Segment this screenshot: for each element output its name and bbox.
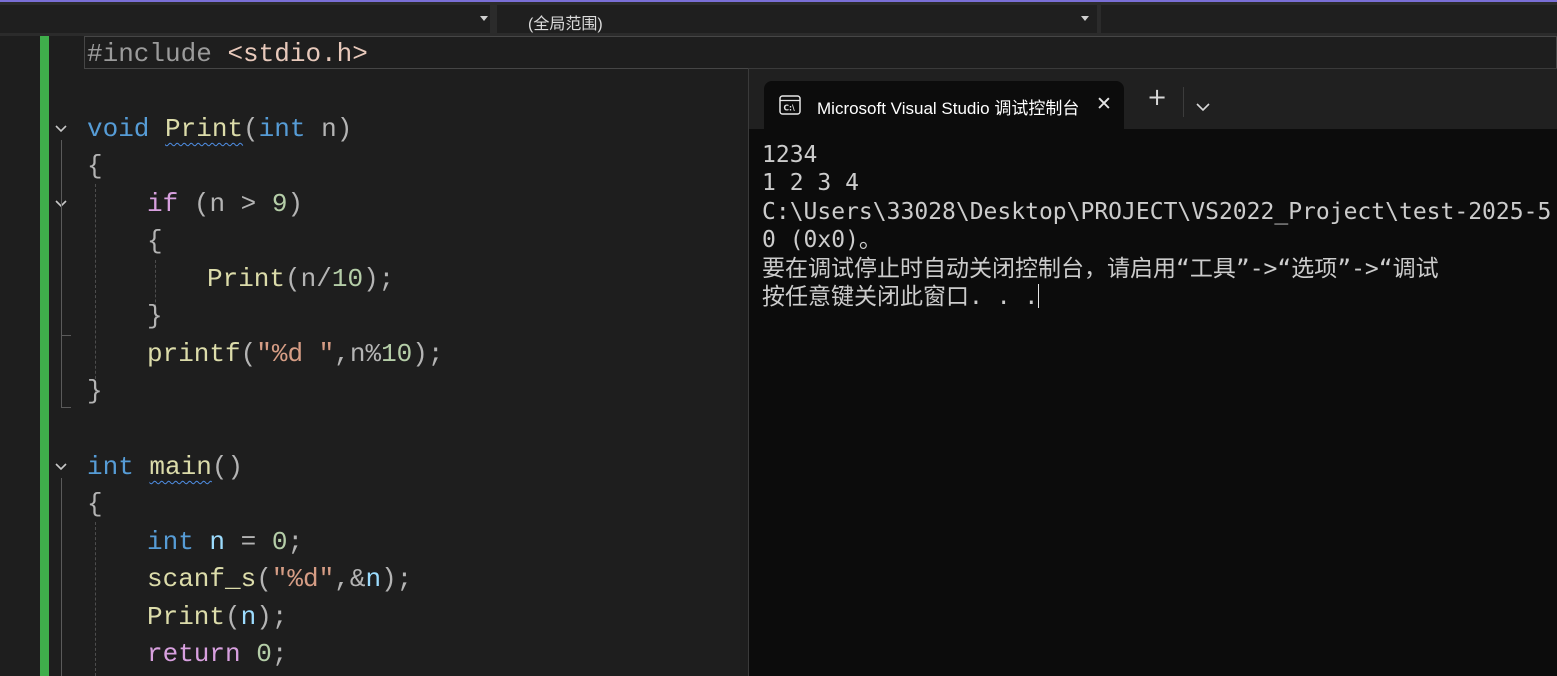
console-line: 要在调试停止时自动关闭控制台，请启用“工具”->“选项”->“调试 (762, 255, 1439, 282)
code-line-return: return 0; (147, 639, 288, 669)
editor-navigation-bar: (全局范围) (0, 2, 1557, 36)
code-line-scanf: scanf_s("%d",&n); (147, 564, 413, 594)
terminal-icon: C:\ (779, 95, 801, 119)
new-tab-button[interactable]: + (1147, 85, 1167, 109)
code-line-print-signature: void Print(int n) (87, 114, 353, 144)
chevron-down-icon[interactable] (1195, 97, 1211, 116)
code-line-recursive-call: Print(n/10); (207, 264, 395, 294)
console-tab-title: Microsoft Visual Studio 调试控制台 (817, 99, 1080, 118)
console-line: C:\Users\33028\Desktop\PROJECT\VS2022_Pr… (762, 198, 1552, 225)
code-line-main-signature: int main() (87, 452, 244, 482)
console-line: 按任意键关闭此窗口. . . (762, 284, 1039, 311)
console-tab-bar: C:\ Microsoft Visual Studio 调试控制台 ✕ + (749, 69, 1557, 129)
console-line: 0 (0x0)。 (762, 227, 882, 254)
project-dropdown[interactable] (0, 5, 490, 33)
console-line: 1 2 3 4 (762, 170, 859, 197)
code-line-close-brace: } (147, 301, 163, 331)
console-tab[interactable]: C:\ Microsoft Visual Studio 调试控制台 ✕ (764, 81, 1124, 129)
code-line-open-brace: { (87, 151, 103, 181)
scope-dropdown-label: (全局范围) (528, 16, 603, 33)
chevron-down-icon[interactable] (480, 16, 488, 21)
scope-dropdown[interactable]: (全局范围) (497, 5, 1097, 33)
code-line-if: if (n > 9) (147, 189, 304, 219)
code-line-include: #include <stdio.h> (87, 39, 368, 69)
code-line-print-call: Print(n); (147, 602, 288, 632)
console-output[interactable]: 1234 1 2 3 4 C:\Users\33028\Desktop\PROJEC… (762, 141, 1557, 311)
console-line: 1234 (762, 142, 818, 168)
text-cursor (1038, 284, 1040, 309)
code-line-declare: int n = 0; (147, 527, 304, 557)
code-line-close-brace: } (87, 376, 103, 406)
svg-text:C:\: C:\ (784, 104, 796, 113)
tab-bar-divider (1183, 87, 1184, 117)
debug-console-window[interactable]: C:\ Microsoft Visual Studio 调试控制台 ✕ + 12… (748, 68, 1557, 676)
code-line-open-brace: { (87, 489, 103, 519)
console-line-last: 按任意键关闭此窗口. . . (762, 283, 1557, 311)
chevron-down-icon[interactable] (1081, 16, 1089, 21)
member-dropdown[interactable] (1101, 5, 1557, 33)
code-line-open-brace: { (147, 226, 163, 256)
close-icon[interactable]: ✕ (1096, 93, 1112, 115)
code-line-printf: printf("%d ",n%10); (147, 339, 444, 369)
